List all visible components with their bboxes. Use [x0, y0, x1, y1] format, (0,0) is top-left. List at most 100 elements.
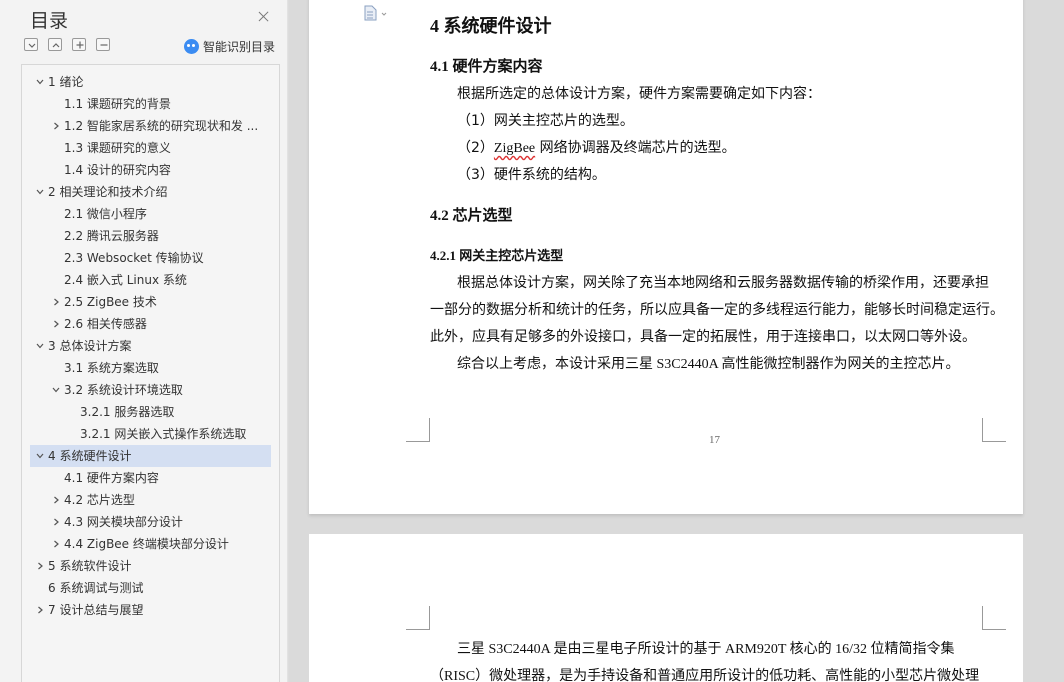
toc-item[interactable]: 3.1 系统方案选取	[30, 357, 271, 379]
section-heading-4-1: 4.1 硬件方案内容	[430, 59, 543, 75]
toc-item-label: 3 总体设计方案	[48, 339, 132, 353]
toc-item[interactable]: 3.2.1 网关嵌入式操作系统选取	[30, 423, 271, 445]
subsection-heading-4-2-1: 4.2.1 网关主控芯片选型	[430, 248, 564, 263]
toc-item-label: 3.2 系统设计环境选取	[64, 383, 183, 397]
toc-item-label: 1.2 智能家居系统的研究现状和发 ...	[64, 119, 259, 133]
paragraph-line: 三星 S3C2440A 是由三星电子所设计的基于 ARM920T 核心的 16/…	[457, 642, 955, 657]
chevron-right-icon[interactable]	[36, 606, 44, 614]
toc-item-label: 4.3 网关模块部分设计	[64, 515, 183, 529]
toc-item-label: 2.6 相关传感器	[64, 317, 147, 331]
toc-item-label: 2.3 Websocket 传输协议	[64, 251, 204, 265]
toc-item-label: 1.4 设计的研究内容	[64, 163, 171, 177]
list-item: （3）硬件系统的结构。	[457, 167, 606, 183]
toc-item-label: 5 系统软件设计	[48, 559, 132, 573]
toc-item[interactable]: 2.6 相关传感器	[30, 313, 271, 335]
toc-item[interactable]: 2.2 腾讯云服务器	[30, 225, 271, 247]
toc-item[interactable]: 2.1 微信小程序	[30, 203, 271, 225]
paragraph: 综合以上考虑，本设计采用三星 S3C2440A 高性能微控制器作为网关的主控芯片…	[457, 357, 960, 372]
toc-item-label: 2.5 ZigBee 技术	[64, 295, 157, 309]
toc-tree: 1 绪论 1.1 课题研究的背景 1.2 智能家居系统的研究现状和发 ... 1.3 …	[21, 64, 280, 682]
close-icon[interactable]	[256, 9, 272, 25]
add-heading-button[interactable]	[72, 38, 86, 51]
toc-item[interactable]: 4.1 硬件方案内容	[30, 467, 271, 489]
navigation-pane: 目录 智能识别目录 1 绪论 1.1 课题研究的背景 1.2 智能家居系统的研究现状…	[0, 0, 288, 682]
toc-item[interactable]: 1.3 课题研究的意义	[30, 137, 271, 159]
smart-toc-button[interactable]: 智能识别目录	[184, 38, 275, 54]
crop-mark	[406, 418, 430, 442]
toc-item[interactable]: 1.4 设计的研究内容	[30, 159, 271, 181]
toc-item-label: 4.1 硬件方案内容	[64, 471, 159, 485]
nav-title: 目录	[30, 10, 69, 32]
chevron-down-icon[interactable]	[52, 386, 60, 394]
chevron-right-icon[interactable]	[52, 496, 60, 504]
toc-item[interactable]: 6 系统调试与测试	[30, 577, 271, 599]
list-item-prefix: （2）	[457, 140, 494, 156]
toc-item[interactable]: 1.2 智能家居系统的研究现状和发 ...	[30, 115, 271, 137]
toc-item-label: 3.2.1 网关嵌入式操作系统选取	[80, 427, 247, 441]
list-item-text: 网络协调器及终端芯片的选型。	[535, 140, 736, 156]
chevron-right-icon[interactable]	[52, 518, 60, 526]
toc-item[interactable]: 4.3 网关模块部分设计	[30, 511, 271, 533]
remove-heading-button[interactable]	[96, 38, 110, 51]
toc-item[interactable]: 2 相关理论和技术介绍	[30, 181, 271, 203]
toc-item-label: 2 相关理论和技术介绍	[48, 185, 168, 199]
toc-item[interactable]: 2.3 Websocket 传输协议	[30, 247, 271, 269]
chevron-down-icon[interactable]	[36, 452, 44, 460]
page: 4 系统硬件设计 4.1 硬件方案内容 根据所选定的总体设计方案，硬件方案需要确…	[309, 0, 1023, 514]
toc-item-label: 1.1 课题研究的背景	[64, 97, 171, 111]
document-menu-icon[interactable]	[361, 4, 395, 22]
chevron-down-icon[interactable]	[36, 188, 44, 196]
spellcheck-word: ZigBee	[493, 141, 536, 156]
page: 三星 S3C2440A 是由三星电子所设计的基于 ARM920T 核心的 16/…	[309, 534, 1023, 682]
toc-item[interactable]: 7 设计总结与展望	[30, 599, 271, 621]
paragraph-line: （RISC）微处理器，是为手持设备和普通应用所设计的低功耗、高性能的小型芯片微处…	[430, 669, 980, 682]
chevron-right-icon[interactable]	[52, 298, 60, 306]
paragraph: 根据所选定的总体设计方案，硬件方案需要确定如下内容：	[457, 86, 821, 102]
paragraph-line: 此外，应具有足够多的外设接口，具备一定的拓展性，用于连接串口，以太网口等外设。	[430, 329, 976, 345]
toc-item[interactable]: 4.2 芯片选型	[30, 489, 271, 511]
toc-item[interactable]: 3.2.1 服务器选取	[30, 401, 271, 423]
chevron-right-icon[interactable]	[52, 540, 60, 548]
list-item: （2）ZigBee 网络协调器及终端芯片的选型。	[457, 137, 736, 157]
chapter-heading: 4 系统硬件设计	[430, 12, 552, 38]
paragraph-line: 一部分的数据分析和统计的任务，所以应具备一定的多线程运行能力，能够长时间稳定运行…	[430, 302, 1004, 318]
chevron-down-icon[interactable]	[36, 342, 44, 350]
smart-toc-icon	[184, 38, 199, 54]
list-item: （1）网关主控芯片的选型。	[457, 113, 634, 129]
toc-item-label: 7 设计总结与展望	[48, 603, 144, 617]
toc-item-label: 1 绪论	[48, 75, 84, 89]
crop-mark	[982, 606, 1006, 630]
toc-item[interactable]: 4.4 ZigBee 终端模块部分设计	[30, 533, 271, 555]
smart-toc-label: 智能识别目录	[203, 39, 276, 54]
toc-item[interactable]: 2.5 ZigBee 技术	[30, 291, 271, 313]
expand-all-button[interactable]	[48, 38, 62, 51]
crop-mark	[982, 418, 1006, 442]
section-heading-4-2: 4.2 芯片选型	[430, 208, 513, 224]
toc-item[interactable]: 3.2 系统设计环境选取	[30, 379, 271, 401]
toc-item[interactable]: 1.1 课题研究的背景	[30, 93, 271, 115]
toc-item-label: 3.2.1 服务器选取	[80, 405, 175, 419]
toc-item-label: 2.4 嵌入式 Linux 系统	[64, 273, 187, 287]
toc-item[interactable]: 5 系统软件设计	[30, 555, 271, 577]
toc-item-label: 1.3 课题研究的意义	[64, 141, 171, 155]
document-area: 4 系统硬件设计 4.1 硬件方案内容 根据所选定的总体设计方案，硬件方案需要确…	[289, 0, 1064, 682]
page-number: 17	[709, 434, 720, 446]
toc-item[interactable]: 3 总体设计方案	[30, 335, 271, 357]
toc-item-label: 6 系统调试与测试	[48, 581, 144, 595]
collapse-all-button[interactable]	[24, 38, 38, 51]
toc-item-label: 2.1 微信小程序	[64, 207, 147, 221]
toc-item-label: 4 系统硬件设计	[48, 449, 132, 463]
chevron-right-icon[interactable]	[52, 122, 60, 130]
toc-item[interactable]: 4 系统硬件设计	[30, 445, 271, 467]
chevron-down-icon[interactable]	[36, 78, 44, 86]
toc-item[interactable]: 1 绪论	[30, 71, 271, 93]
chevron-right-icon[interactable]	[36, 562, 44, 570]
crop-mark	[406, 606, 430, 630]
chevron-right-icon[interactable]	[52, 320, 60, 328]
paragraph-line: 根据总体设计方案，网关除了充当本地网络和云服务器数据传输的桥梁作用，还要承担	[457, 275, 989, 291]
toc-item-label: 4.2 芯片选型	[64, 493, 135, 507]
chapter-heading-text: 4 系统硬件设计	[430, 16, 552, 36]
toc-item-label: 4.4 ZigBee 终端模块部分设计	[64, 537, 229, 551]
toc-item[interactable]: 2.4 嵌入式 Linux 系统	[30, 269, 271, 291]
toc-item-label: 3.1 系统方案选取	[64, 361, 159, 375]
